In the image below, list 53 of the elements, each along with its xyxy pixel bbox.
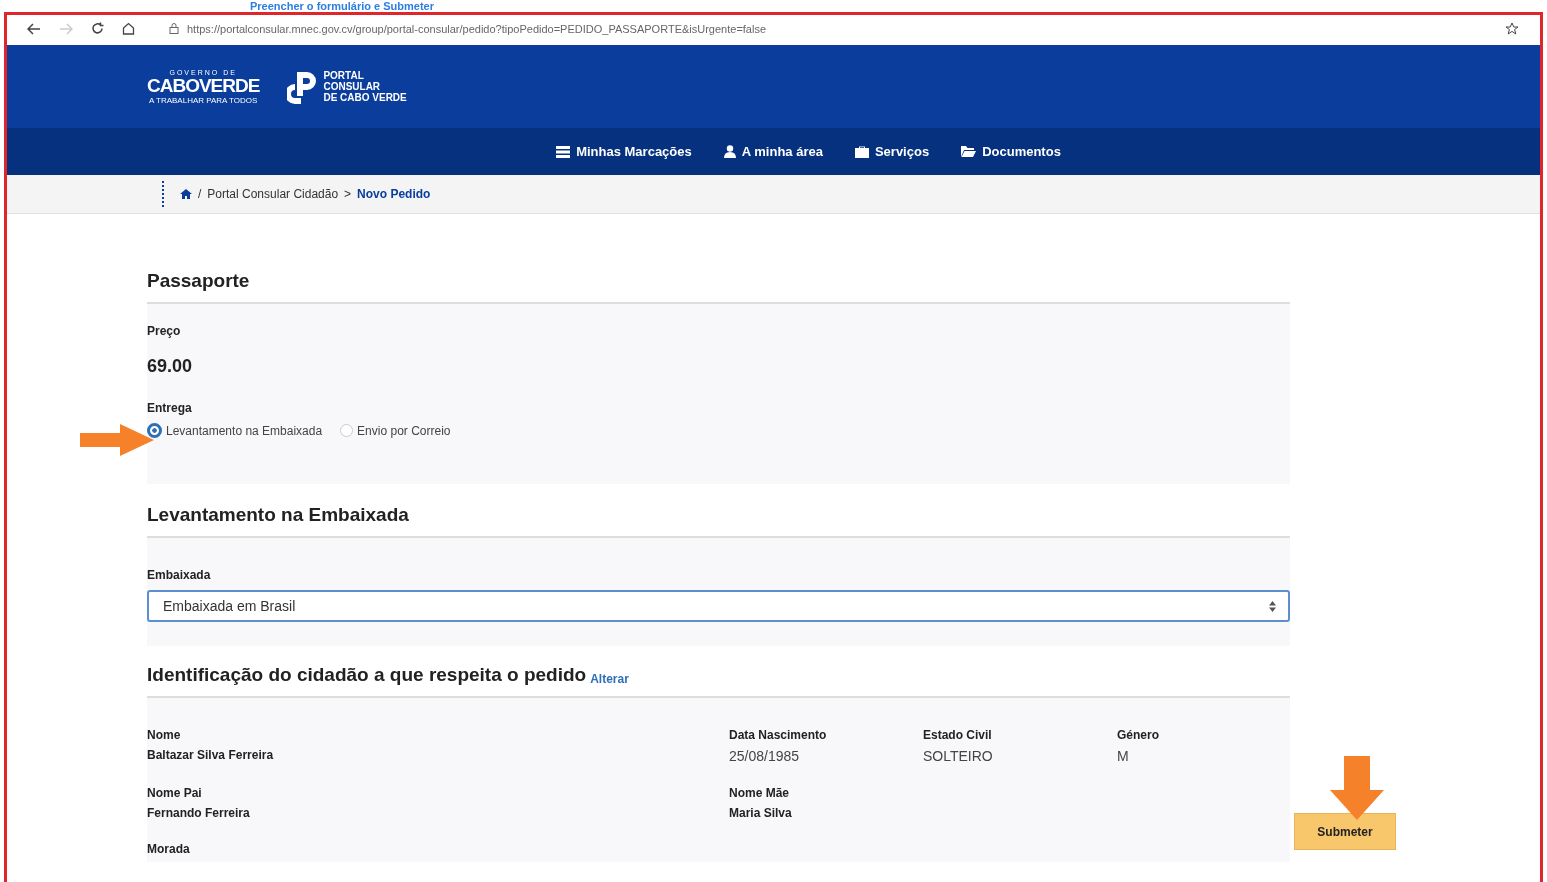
briefcase-icon <box>854 145 869 158</box>
nav-link[interactable]: Documentos <box>961 144 1061 159</box>
radio-label[interactable]: Levantamento na Embaixada <box>166 423 323 438</box>
breadcrumb-separator: / <box>198 187 202 201</box>
user-icon <box>723 145 736 158</box>
field-label: Data Nascimento <box>729 728 828 742</box>
portal-logo-text: PORTAL <box>323 70 365 81</box>
home-icon[interactable] <box>180 189 192 199</box>
field-value: Baltazar Silva Ferreira <box>147 748 275 762</box>
portal-logo-text: CONSULAR <box>323 81 382 92</box>
tutorial-caption: Preencher o formulário e Submeter <box>249 0 435 12</box>
field-value: 25/08/1985 <box>729 748 801 764</box>
field-label: Preço <box>147 324 182 338</box>
sort-caret-icon <box>1269 600 1276 612</box>
logo-tagline: A TRABALHAR PARA TODOS <box>149 95 258 105</box>
breadcrumb-item[interactable]: Portal Consular Cidadão <box>207 187 339 201</box>
home-icon[interactable] <box>122 22 135 35</box>
submit-button[interactable]: Submeter <box>1294 813 1396 850</box>
field-label: Morada <box>147 842 191 856</box>
lock-icon <box>169 23 179 34</box>
field-value: M <box>1117 748 1130 764</box>
field-label: Embaixada <box>147 568 212 582</box>
portal-logo-text: DE CABO VERDE <box>323 92 407 103</box>
field-value: Fernando Ferreira <box>147 806 251 820</box>
field-label: Estado Civil <box>923 728 993 742</box>
star-icon[interactable] <box>1505 21 1520 36</box>
reload-icon[interactable] <box>91 22 104 35</box>
radio-button[interactable] <box>147 423 162 438</box>
field-value: Maria Silva <box>729 806 793 820</box>
price-value: 69.00 <box>147 356 194 377</box>
nav-link[interactable]: Minhas Marcações <box>556 144 692 159</box>
field-label: Nome Mãe <box>729 786 791 800</box>
field-label: Entrega <box>147 401 193 415</box>
breadcrumb-separator: > <box>344 187 352 201</box>
arrow-icon <box>1330 756 1384 820</box>
field-label: Nome <box>147 728 182 742</box>
address-bar[interactable]: https://portalconsular.mnec.gov.cv/group/portal-consular/pedido?tipoPedido=PEDIDO_PASSAPORTE&isUrgente=false <box>187 22 767 35</box>
change-link[interactable]: Alterar <box>590 672 629 686</box>
back-icon[interactable] <box>27 22 41 35</box>
list-icon <box>556 145 571 158</box>
embassy-dropdown[interactable]: Embaixada em Brasil <box>147 590 1290 622</box>
section-title: Identificação do cidadão a que respeita o pedido <box>147 664 587 686</box>
radio-label[interactable]: Envio por Correio <box>357 423 451 438</box>
nav-link[interactable]: A minha área <box>723 144 823 159</box>
arrow-icon <box>80 424 154 456</box>
portal-logo-icon <box>287 69 318 104</box>
nav-link[interactable]: Serviços <box>854 144 930 159</box>
field-label: Género <box>1117 728 1160 742</box>
logo-title: CABOVERDE <box>147 75 260 96</box>
folder-icon <box>961 146 977 157</box>
breadcrumb-item[interactable]: Novo Pedido <box>357 187 431 201</box>
field-value: SOLTEIRO <box>923 748 994 764</box>
field-label: Nome Pai <box>147 786 203 800</box>
